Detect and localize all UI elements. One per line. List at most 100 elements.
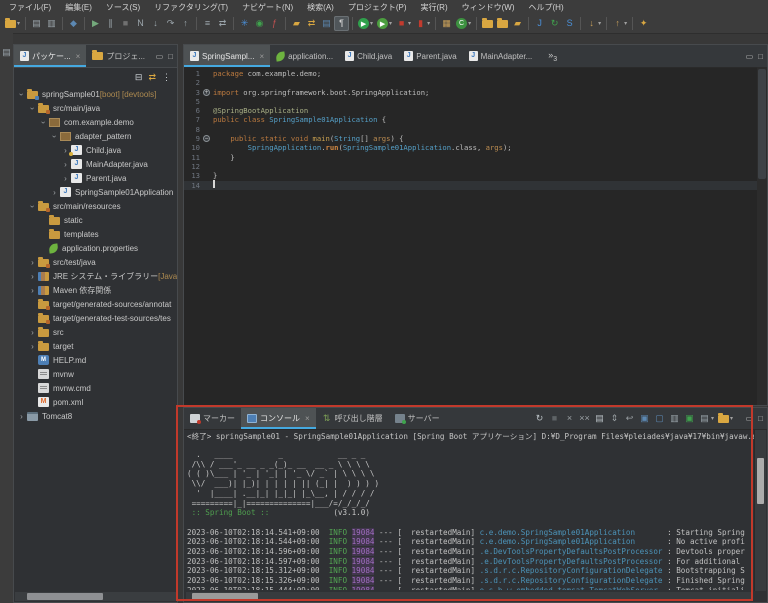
menu-item[interactable]: ウィンドウ(W) (455, 2, 522, 13)
import-dropdown[interactable]: ▾ (598, 20, 601, 27)
code-line[interactable]: 13} (184, 171, 757, 180)
code-line[interactable]: 6@SpringBootApplication (184, 106, 757, 115)
tree-item[interactable]: ›HELP.md (14, 353, 177, 367)
code-line[interactable]: 7public class SpringSample01Application … (184, 115, 757, 124)
menu-item[interactable]: 編集(E) (58, 2, 99, 13)
relaunch-console-button[interactable]: ↻ (532, 411, 547, 426)
tree-expand-arrow[interactable]: › (28, 272, 37, 281)
collapse-fold-icon[interactable]: − (203, 135, 210, 142)
tree-item[interactable]: ›target/generated-sources/annotat (14, 297, 177, 311)
new-java-ee-button[interactable]: J (532, 16, 547, 31)
stop-dropdown[interactable]: ▾ (408, 20, 411, 27)
run-external-button[interactable]: ◉ (252, 16, 267, 31)
open-view-button[interactable]: ▤ (319, 16, 334, 31)
link-with-editor-button[interactable]: ⇄ (304, 16, 319, 31)
save-console-output-button[interactable]: ▥ (667, 411, 682, 426)
tree-expand-arrow[interactable]: › (17, 90, 26, 99)
tree-item[interactable]: ›src/test/java (14, 255, 177, 269)
maximize-icon[interactable]: □ (758, 52, 763, 61)
clear-console-button[interactable]: ▤ (592, 411, 607, 426)
tree-item[interactable]: ›application.properties (14, 241, 177, 255)
collapse-all-button[interactable]: ⊟ (135, 72, 143, 83)
show-on-stdout-button[interactable]: ▢ (652, 411, 667, 426)
editor-tab[interactable]: MainAdapter... (463, 45, 539, 67)
new-wizard-dropdown[interactable]: ▾ (17, 20, 20, 27)
scrollbar-thumb[interactable] (758, 69, 766, 179)
console-tab[interactable]: コンソール× (241, 408, 316, 429)
tree-item[interactable]: ›static (14, 213, 177, 227)
code-line[interactable]: 1package com.example.demo; (184, 69, 757, 78)
close-tab-icon[interactable]: × (305, 414, 310, 423)
restore-view-icon[interactable]: ▤ (0, 47, 13, 58)
relaunch-dropdown[interactable]: ▾ (427, 20, 430, 27)
code-line[interactable]: 14 (184, 181, 757, 190)
tree-expand-arrow[interactable]: › (28, 258, 37, 267)
code-line[interactable]: 10 SpringApplication.run(SpringSample01A… (184, 143, 757, 152)
tree-item[interactable]: ›mvnw (14, 367, 177, 381)
minimize-icon[interactable]: ▭ (746, 52, 754, 61)
open-console-button[interactable] (716, 411, 731, 426)
export-button[interactable]: ↑ (610, 16, 625, 31)
tree-expand-arrow[interactable]: › (50, 132, 59, 141)
maximize-icon[interactable]: □ (168, 52, 173, 61)
console-tab[interactable]: ⇅呼び出し階層 (316, 408, 389, 429)
maximize-icon[interactable]: □ (758, 414, 763, 423)
open-console-dropdown[interactable]: ▾ (730, 415, 733, 422)
key-button[interactable]: ✦ (636, 16, 651, 31)
remove-all-terminated-button[interactable]: ×× (577, 411, 592, 426)
menu-item[interactable]: リファクタリング(T) (147, 2, 235, 13)
stop-button[interactable]: ■ (394, 16, 409, 31)
coverage-dropdown[interactable]: ▾ (389, 20, 392, 27)
code-line[interactable]: 8 (184, 125, 757, 134)
debug-gear-button[interactable]: ✳ (237, 16, 252, 31)
scrollbar-thumb[interactable] (192, 593, 258, 600)
tree-item[interactable]: ›MainAdapter.java (14, 157, 177, 171)
console-tab[interactable]: マーカー (184, 408, 241, 429)
tree-item[interactable]: ›Parent.java (14, 171, 177, 185)
explorer-tab[interactable]: パッケー...× (14, 45, 86, 67)
editor-vertical-scrollbar[interactable] (757, 67, 767, 405)
tree-expand-arrow[interactable]: › (61, 174, 70, 183)
save-button[interactable]: ▤ (29, 16, 44, 31)
tree-item[interactable]: ›pom.xml (14, 395, 177, 409)
tree-item[interactable]: ›Maven 依存関係 (14, 283, 177, 297)
terminate-console-button[interactable]: ■ (547, 411, 562, 426)
tree-expand-arrow[interactable]: › (39, 118, 48, 127)
show-skipped-button[interactable]: ≡ (200, 16, 215, 31)
terminate-button[interactable]: ■ (118, 16, 133, 31)
code-editor[interactable]: 1package com.example.demo;23+import org.… (184, 67, 757, 405)
run-button[interactable]: ▶ (356, 16, 371, 31)
tree-item[interactable]: ›Child.java (14, 143, 177, 157)
scrollbar-thumb[interactable] (757, 458, 764, 504)
open-resource-folder-button[interactable] (480, 16, 495, 31)
console-output[interactable]: . ____ _ __ _ _ /\\ / ___'_ __ _ _(_)_ _… (187, 442, 753, 590)
tree-item[interactable]: ›target/generated-test-sources/tes (14, 311, 177, 325)
code-line[interactable]: 5 (184, 97, 757, 106)
close-tab-icon[interactable]: × (76, 52, 81, 61)
suspend-button[interactable]: ∥ (103, 16, 118, 31)
editor-tab[interactable]: Parent.java (398, 45, 462, 67)
menu-item[interactable]: ヘルプ(H) (522, 2, 571, 13)
tree-expand-arrow[interactable]: › (28, 202, 37, 211)
disconnect-button[interactable]: N (133, 16, 148, 31)
console-horizontal-scrollbar[interactable] (186, 592, 753, 601)
tree-item[interactable]: ›src/main/java (14, 101, 177, 115)
console-vertical-scrollbar[interactable] (754, 430, 766, 591)
tree-expand-arrow[interactable]: › (28, 104, 37, 113)
tree-expand-arrow[interactable]: › (50, 188, 59, 197)
tree-item[interactable]: ›JRE システム・ライブラリー [JavaSE-17] (14, 269, 177, 283)
new-spring-button[interactable]: S (562, 16, 577, 31)
new-wizard-button[interactable] (3, 16, 18, 31)
explorer-tab[interactable]: プロジェ... (86, 45, 151, 67)
tree-expand-arrow[interactable]: › (17, 412, 26, 421)
editor-tab[interactable]: SpringSampl...× (184, 45, 270, 67)
run-dropdown[interactable]: ▾ (370, 20, 373, 27)
step-over-button[interactable]: ↷ (163, 16, 178, 31)
load-folder-button[interactable] (495, 16, 510, 31)
open-console-ok-button[interactable]: ▣ (682, 411, 697, 426)
console-tab[interactable]: サーバー (389, 408, 446, 429)
link-with-editor-button[interactable]: ⇄ (148, 72, 156, 83)
tree-expand-arrow[interactable]: › (61, 160, 70, 169)
pin-console-button[interactable]: ▣ (637, 411, 652, 426)
resume-button[interactable]: ▶ (88, 16, 103, 31)
